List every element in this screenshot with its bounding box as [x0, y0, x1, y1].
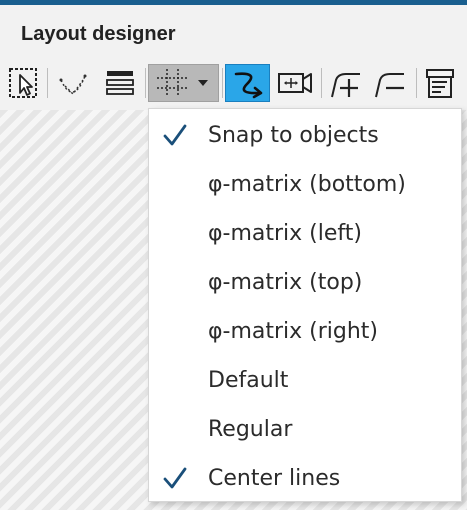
menu-item-phi-matrix-bottom[interactable]: φ-matrix (bottom): [149, 160, 461, 209]
panel-header: Layout designer: [0, 5, 467, 56]
curve-path-button[interactable]: [225, 64, 270, 102]
menu-item-phi-matrix-top[interactable]: φ-matrix (top): [149, 258, 461, 307]
remove-keyframe-button[interactable]: [370, 64, 410, 102]
snap-grid-dropdown-button[interactable]: [148, 64, 219, 102]
menu-item-label: Center lines: [208, 466, 341, 491]
toolbar-separator: [321, 68, 322, 98]
menu-item-label: Default: [208, 368, 289, 393]
menu-item-snap-to-objects[interactable]: Snap to objects: [149, 111, 461, 160]
menu-item-label: φ-matrix (bottom): [208, 172, 406, 197]
align-bars-icon: [106, 71, 134, 95]
camera-move-icon: [278, 73, 312, 93]
add-keyframe-icon: [331, 73, 360, 98]
curve-points-button[interactable]: [54, 64, 92, 102]
menu-item-label: φ-matrix (left): [208, 221, 362, 246]
panel-title: Layout designer: [21, 23, 176, 45]
menu-item-label: Snap to objects: [208, 123, 379, 148]
camera-move-button[interactable]: [274, 64, 316, 102]
remove-keyframe-icon: [375, 73, 404, 98]
toolbar-separator: [222, 68, 223, 98]
add-keyframe-button[interactable]: [326, 64, 366, 102]
selection-tool-button[interactable]: [6, 64, 42, 102]
menu-item-label: φ-matrix (right): [208, 319, 379, 344]
toolbar: [0, 56, 467, 110]
snap-grid-icon: [156, 69, 188, 97]
menu-item-center-lines[interactable]: Center lines: [149, 454, 461, 503]
menu-item-phi-matrix-right[interactable]: φ-matrix (right): [149, 307, 461, 356]
menu-item-default[interactable]: Default: [149, 356, 461, 405]
selection-arrow-icon: [9, 68, 37, 98]
menu-item-regular[interactable]: Regular: [149, 405, 461, 454]
toolbar-separator: [416, 68, 417, 98]
properties-icon: [426, 69, 454, 98]
checkmark-icon: [163, 467, 187, 489]
curve-path-icon: [234, 72, 262, 99]
properties-button[interactable]: [420, 64, 460, 102]
dropdown-arrow-icon: [197, 80, 208, 86]
menu-item-label: Regular: [208, 417, 293, 442]
snap-options-menu: Snap to objects φ-matrix (bottom) φ-matr…: [148, 108, 462, 502]
align-bars-button[interactable]: [100, 64, 140, 102]
curve-points-icon: [59, 74, 87, 96]
toolbar-separator: [47, 68, 48, 98]
checkmark-icon: [163, 124, 187, 146]
menu-item-phi-matrix-left[interactable]: φ-matrix (left): [149, 209, 461, 258]
toolbar-separator: [145, 68, 146, 98]
menu-item-label: φ-matrix (top): [208, 270, 363, 295]
